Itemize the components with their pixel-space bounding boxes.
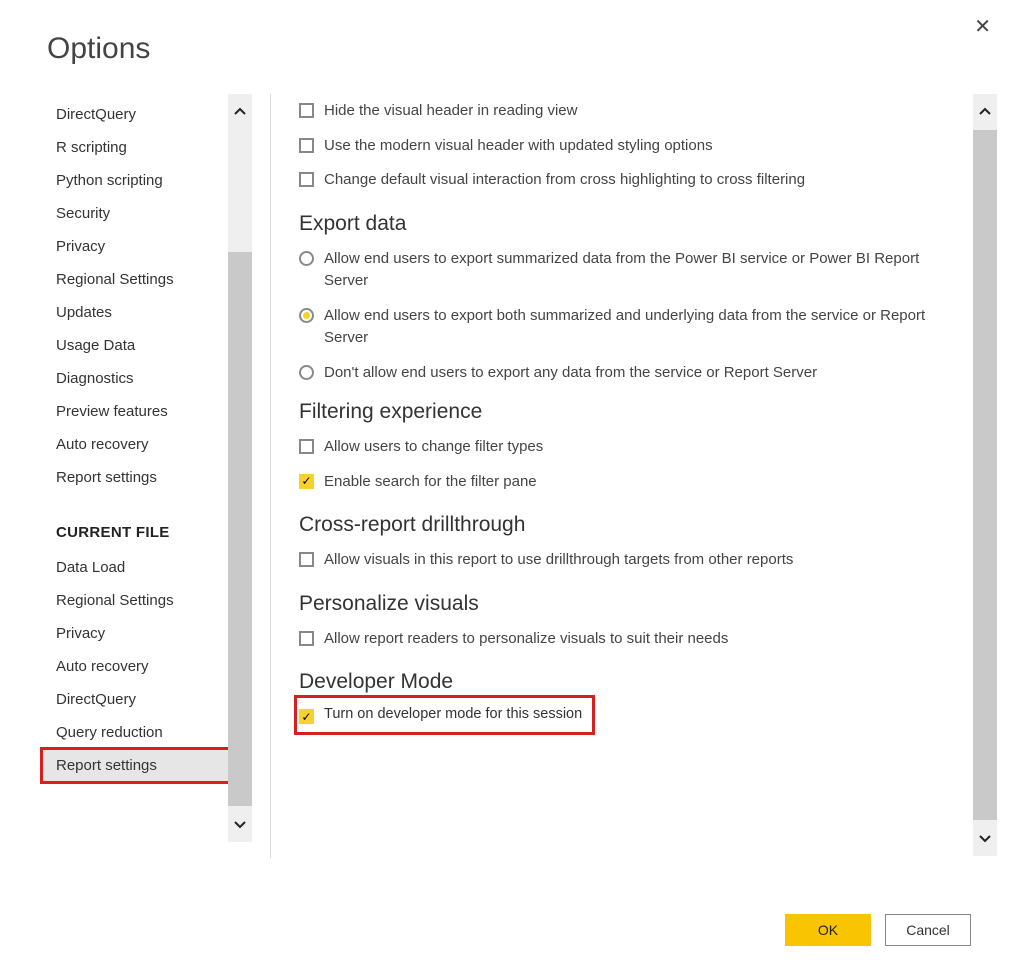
checkbox-modern-visual-header[interactable]: Use the modern visual header with update… — [299, 129, 953, 164]
radio-export-both[interactable]: Allow end users to export both summarize… — [299, 299, 953, 356]
sidebar-item-updates[interactable]: Updates — [56, 296, 224, 329]
checkbox-icon — [299, 138, 314, 153]
checkbox-developer-mode[interactable]: ✓ Turn on developer mode for this sessio… — [299, 700, 590, 730]
checkbox-enable-search-filter[interactable]: ✓ Enable search for the filter pane — [299, 465, 953, 500]
options-main-panel: Hide the visual header in reading view U… — [270, 94, 997, 858]
dialog-title: Options — [0, 0, 1011, 66]
sidebar-item-r-scripting[interactable]: R scripting — [56, 131, 224, 164]
sidebar-item-auto-recovery[interactable]: Auto recovery — [56, 428, 224, 461]
section-heading-filtering: Filtering experience — [299, 390, 953, 430]
dialog-footer: OK Cancel — [785, 914, 971, 946]
radio-icon — [299, 365, 314, 380]
radio-export-none[interactable]: Don't allow end users to export any data… — [299, 356, 953, 391]
sidebar-heading-current-file: CURRENT FILE — [56, 494, 224, 551]
checkbox-label: Change default visual interaction from c… — [324, 169, 953, 192]
checkbox-cross-report-drillthrough[interactable]: Allow visuals in this report to use dril… — [299, 543, 953, 578]
checkbox-icon — [299, 439, 314, 454]
section-heading-export-data: Export data — [299, 198, 953, 242]
sidebar-item-data-load[interactable]: Data Load — [56, 551, 224, 584]
radio-export-summarized[interactable]: Allow end users to export summarized dat… — [299, 242, 953, 299]
options-sidebar: DirectQuery R scripting Python scripting… — [38, 94, 252, 858]
sidebar-item-auto-recovery-file[interactable]: Auto recovery — [56, 650, 224, 683]
checkbox-allow-filter-types[interactable]: Allow users to change filter types — [299, 430, 953, 465]
sidebar-item-regional-settings-file[interactable]: Regional Settings — [56, 584, 224, 617]
checkbox-icon — [299, 103, 314, 118]
sidebar-scrollbar-track[interactable] — [228, 130, 252, 806]
main-scrollbar[interactable] — [973, 94, 997, 856]
checkbox-label: Use the modern visual header with update… — [324, 135, 953, 158]
radio-label: Don't allow end users to export any data… — [324, 362, 953, 385]
sidebar-item-security[interactable]: Security — [56, 197, 224, 230]
checkbox-icon — [299, 631, 314, 646]
sidebar-item-preview-features[interactable]: Preview features — [56, 395, 224, 428]
scroll-up-icon[interactable] — [228, 94, 252, 130]
close-button[interactable]: ✕ — [974, 14, 991, 39]
sidebar-scrollbar[interactable] — [228, 94, 252, 842]
sidebar-item-python-scripting[interactable]: Python scripting — [56, 164, 224, 197]
sidebar-item-privacy-file[interactable]: Privacy — [56, 617, 224, 650]
checkbox-hide-visual-header[interactable]: Hide the visual header in reading view — [299, 94, 953, 129]
checkbox-icon: ✓ — [299, 709, 314, 724]
checkbox-label: Hide the visual header in reading view — [324, 100, 953, 123]
checkbox-icon — [299, 552, 314, 567]
sidebar-item-directquery[interactable]: DirectQuery — [56, 98, 224, 131]
sidebar-item-diagnostics[interactable]: Diagnostics — [56, 362, 224, 395]
radio-icon — [299, 251, 314, 266]
scroll-down-icon[interactable] — [228, 806, 252, 842]
cancel-button[interactable]: Cancel — [885, 914, 971, 946]
radio-label: Allow end users to export summarized dat… — [324, 248, 953, 293]
sidebar-item-regional-settings[interactable]: Regional Settings — [56, 263, 224, 296]
sidebar-item-directquery-file[interactable]: DirectQuery — [56, 683, 224, 716]
radio-label: Allow end users to export both summarize… — [324, 305, 953, 350]
ok-button[interactable]: OK — [785, 914, 871, 946]
checkbox-personalize-visuals[interactable]: Allow report readers to personalize visu… — [299, 622, 953, 657]
sidebar-item-usage-data[interactable]: Usage Data — [56, 329, 224, 362]
sidebar-item-privacy[interactable]: Privacy — [56, 230, 224, 263]
checkbox-cross-filtering[interactable]: Change default visual interaction from c… — [299, 163, 953, 198]
checkbox-icon: ✓ — [299, 474, 314, 489]
sidebar-item-report-settings-global[interactable]: Report settings — [56, 461, 224, 494]
checkbox-label: Allow report readers to personalize visu… — [324, 628, 953, 651]
checkbox-label: Turn on developer mode for this session — [324, 706, 582, 722]
checkbox-label: Allow visuals in this report to use dril… — [324, 549, 953, 572]
main-scrollbar-track[interactable] — [973, 130, 997, 820]
checkbox-label: Allow users to change filter types — [324, 436, 953, 459]
checkbox-label: Enable search for the filter pane — [324, 471, 953, 494]
checkbox-icon — [299, 172, 314, 187]
section-heading-developer-mode: Developer Mode — [299, 656, 953, 700]
scroll-up-icon[interactable] — [973, 94, 997, 130]
section-heading-cross-report: Cross-report drillthrough — [299, 499, 953, 543]
section-heading-personalize: Personalize visuals — [299, 578, 953, 622]
sidebar-item-report-settings-file[interactable]: Report settings — [42, 749, 234, 782]
scroll-down-icon[interactable] — [973, 820, 997, 856]
sidebar-item-query-reduction[interactable]: Query reduction — [56, 716, 224, 749]
radio-icon — [299, 308, 314, 323]
sidebar-scrollbar-thumb[interactable] — [228, 130, 252, 252]
